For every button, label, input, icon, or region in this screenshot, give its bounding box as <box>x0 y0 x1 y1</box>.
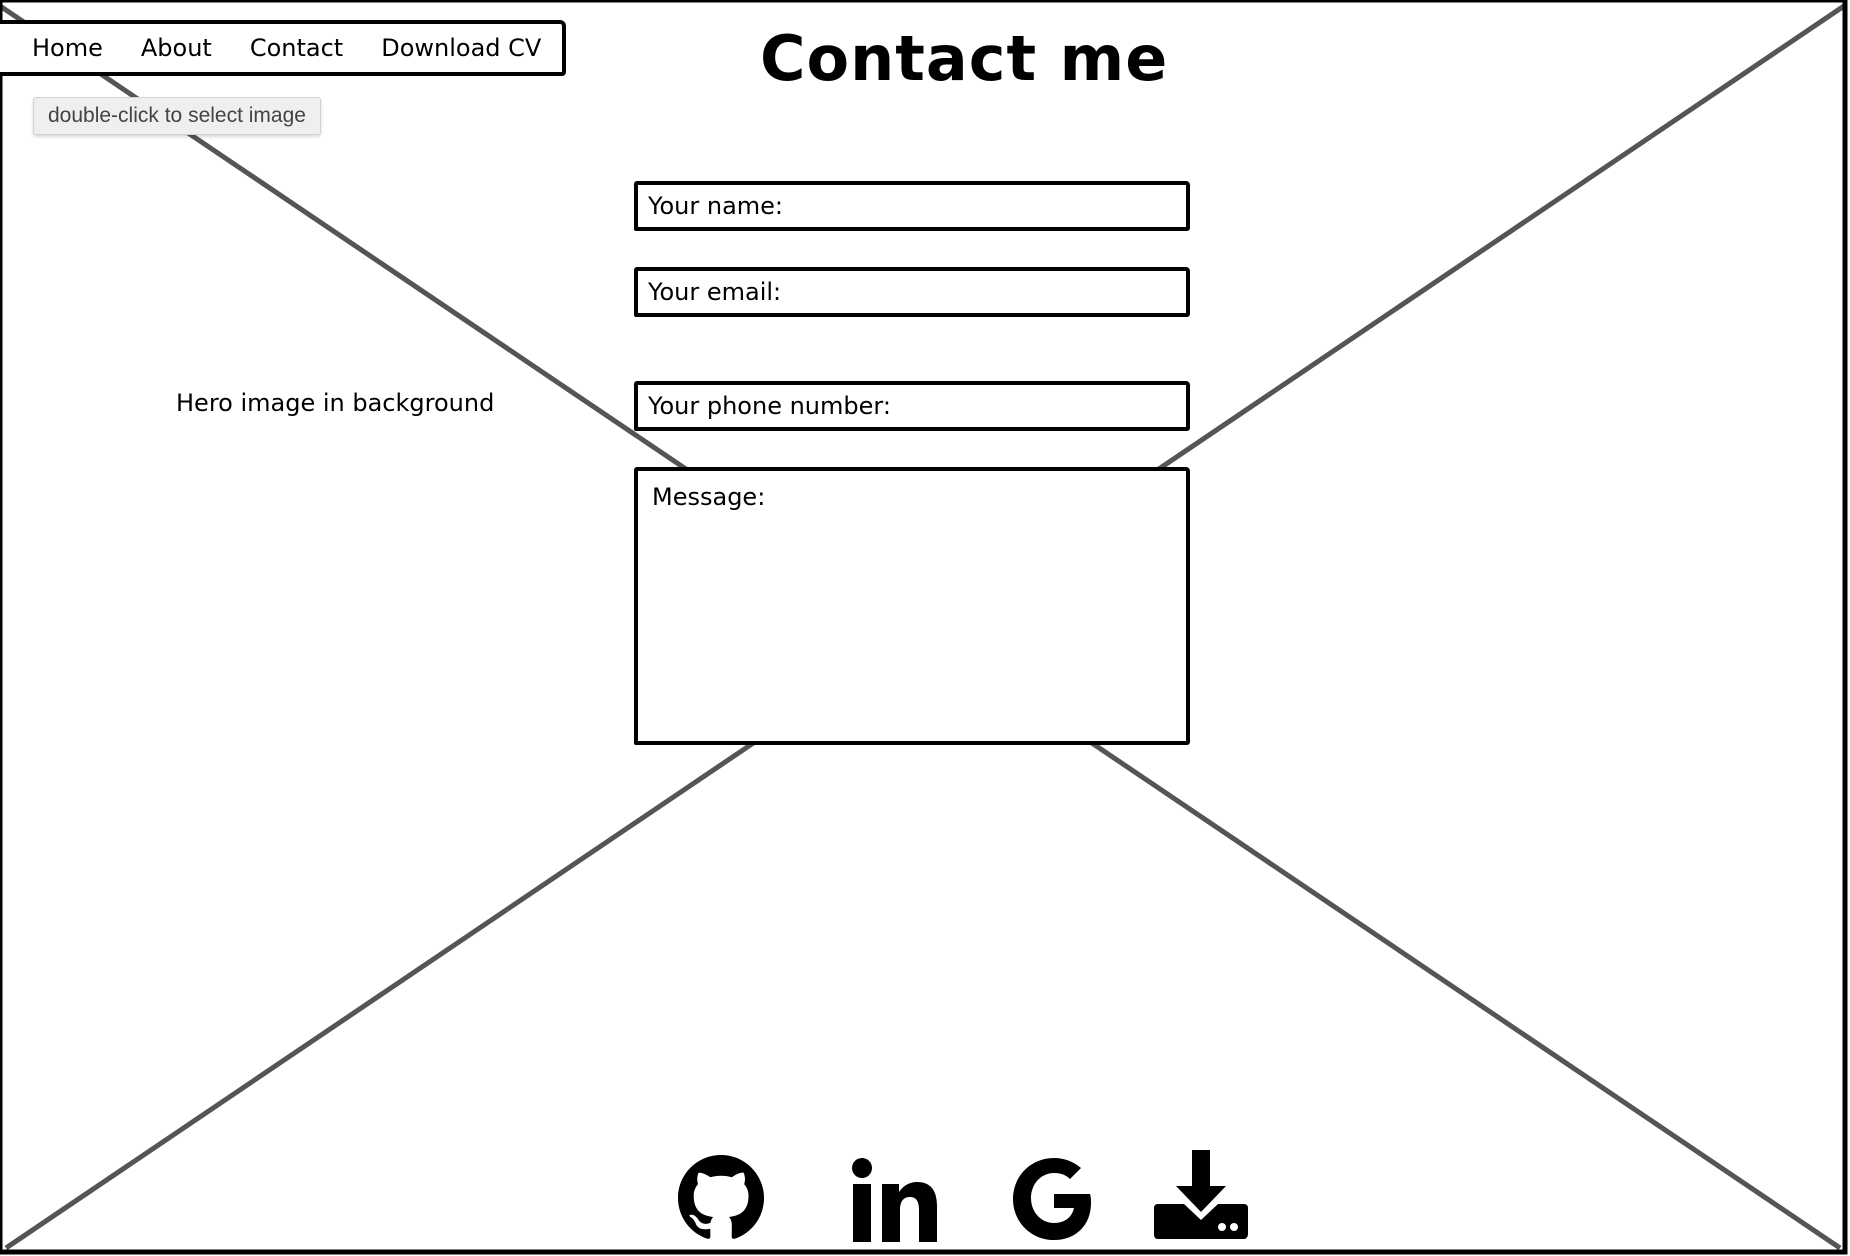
linkedin-icon <box>852 1158 937 1242</box>
google-icon <box>1013 1158 1091 1240</box>
message-field-label: Message: <box>652 483 766 511</box>
hero-image-label: Hero image in background <box>176 389 495 417</box>
phone-field[interactable]: Your phone number: <box>634 381 1190 431</box>
name-field[interactable]: Your name: <box>634 181 1190 231</box>
email-field-label: Your email: <box>648 278 782 306</box>
github-link[interactable] <box>678 1150 764 1246</box>
nav-item-contact[interactable]: Contact <box>250 34 343 62</box>
download-icon <box>1154 1150 1248 1239</box>
name-field-label: Your name: <box>648 192 784 220</box>
nav-bar: Home About Contact Download CV <box>0 20 566 76</box>
google-link[interactable] <box>1010 1150 1096 1246</box>
nav-item-home[interactable]: Home <box>32 34 103 62</box>
social-links <box>670 1150 1270 1250</box>
github-icon <box>678 1155 764 1239</box>
phone-field-label: Your phone number: <box>648 392 891 420</box>
page-title: Contact me <box>760 22 1169 95</box>
nav-item-about[interactable]: About <box>141 34 212 62</box>
linkedin-link[interactable] <box>850 1150 938 1246</box>
message-field[interactable]: Message: <box>634 467 1190 745</box>
nav-item-download-cv[interactable]: Download CV <box>381 34 541 62</box>
email-field[interactable]: Your email: <box>634 267 1190 317</box>
select-image-tooltip: double-click to select image <box>33 97 321 135</box>
wireframe-canvas: Contact me Hero image in background Your… <box>0 0 1850 1256</box>
download-cv-link[interactable] <box>1154 1150 1248 1240</box>
